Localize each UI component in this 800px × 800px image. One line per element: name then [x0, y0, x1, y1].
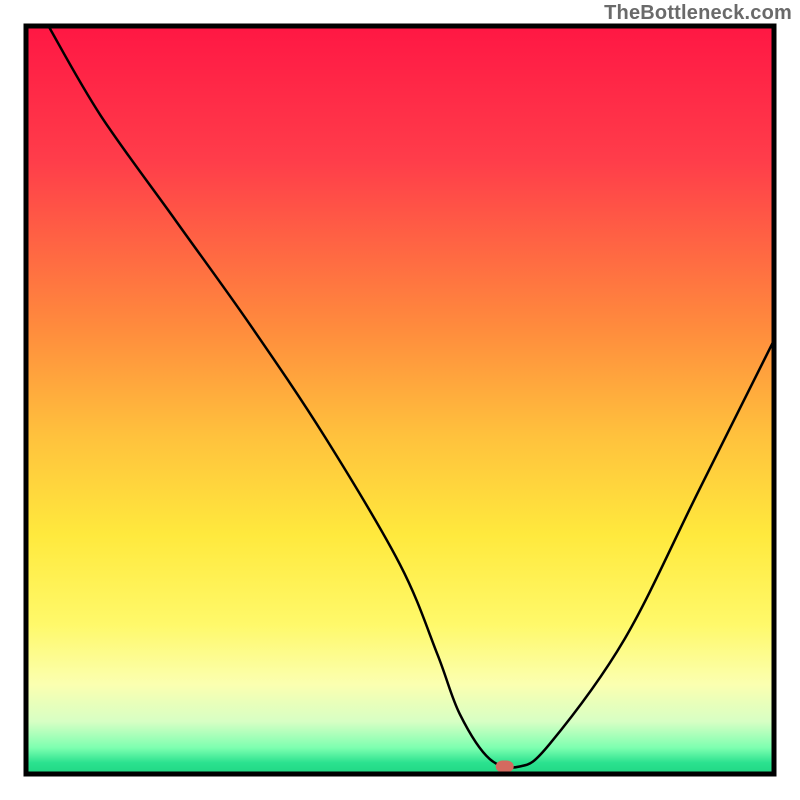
chart-container: TheBottleneck.com	[0, 0, 800, 800]
watermark-text: TheBottleneck.com	[604, 2, 792, 25]
plot-background	[26, 26, 774, 774]
bottleneck-chart	[0, 0, 800, 800]
optimal-marker	[496, 761, 514, 773]
